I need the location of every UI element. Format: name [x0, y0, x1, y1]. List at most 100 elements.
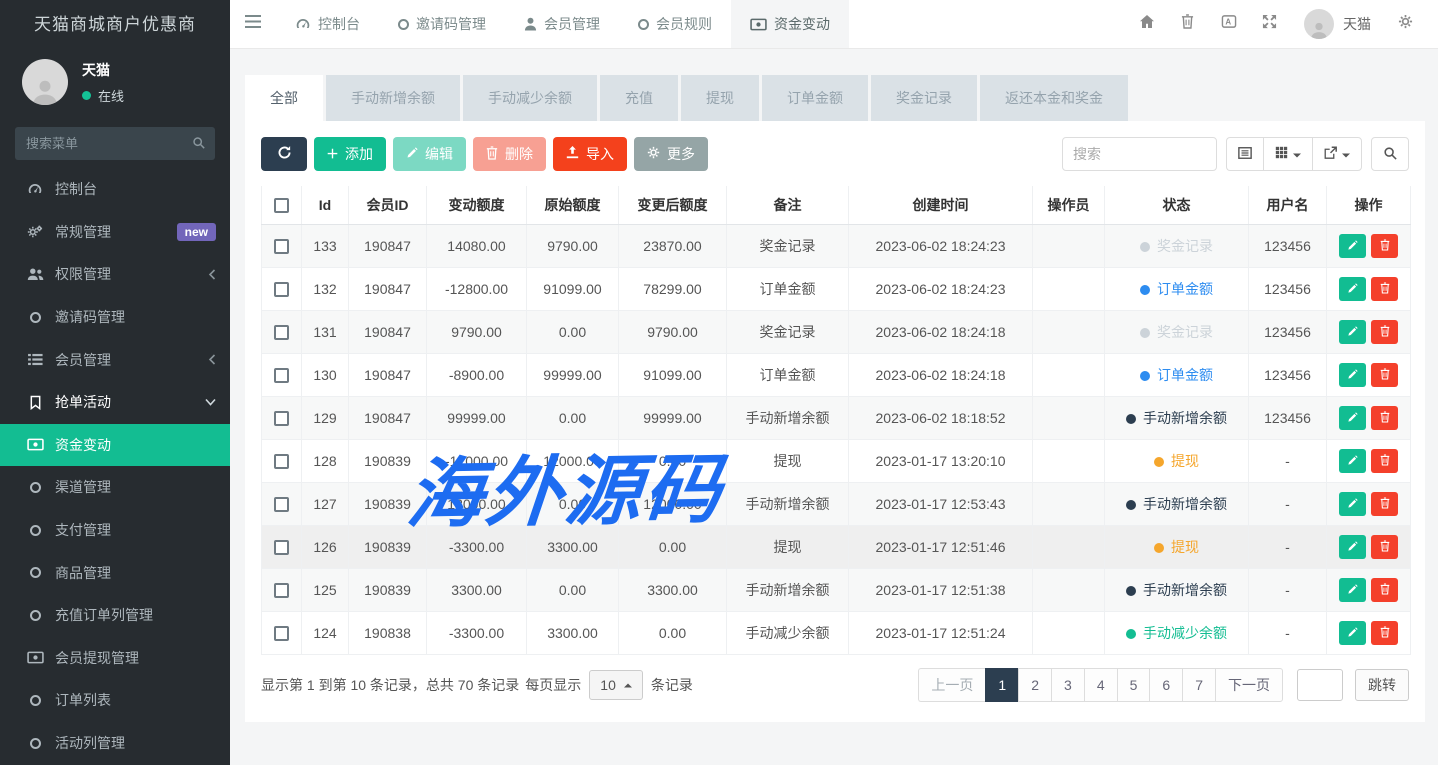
sidebar-item-label: 会员管理: [55, 350, 111, 370]
row-checkbox[interactable]: [274, 454, 289, 469]
per-page-dropdown[interactable]: 10: [589, 670, 643, 700]
row-edit-button[interactable]: [1339, 406, 1366, 430]
pagination-page-button[interactable]: 5: [1117, 668, 1150, 702]
cell-operator: [1033, 612, 1105, 655]
row-delete-button[interactable]: [1371, 578, 1398, 602]
filter-tab[interactable]: 奖金记录: [871, 75, 977, 121]
more-button[interactable]: 更多: [634, 137, 708, 171]
row-edit-button[interactable]: [1339, 277, 1366, 301]
jump-button[interactable]: 跳转: [1355, 669, 1409, 701]
row-delete-button[interactable]: [1371, 535, 1398, 559]
row-checkbox[interactable]: [274, 368, 289, 383]
edit-button[interactable]: 编辑: [393, 137, 466, 171]
navbar-user-menu[interactable]: 天猫: [1290, 9, 1385, 39]
row-checkbox[interactable]: [274, 540, 289, 555]
search-submit-button[interactable]: [1371, 137, 1409, 171]
settings-button[interactable]: [1385, 14, 1426, 34]
pagination-next-button[interactable]: 下一页: [1215, 668, 1283, 702]
row-edit-button[interactable]: [1339, 449, 1366, 473]
table-search-input[interactable]: [1062, 137, 1217, 171]
row-checkbox[interactable]: [274, 239, 289, 254]
row-edit-button[interactable]: [1339, 320, 1366, 344]
filter-tab[interactable]: 充值: [600, 75, 678, 121]
filter-tab[interactable]: 全部: [245, 75, 323, 121]
cell-created-time: 2023-01-17 12:51:38: [849, 569, 1033, 612]
row-delete-button[interactable]: [1371, 320, 1398, 344]
fullscreen-button[interactable]: [1249, 14, 1290, 34]
columns-button[interactable]: [1263, 137, 1312, 171]
sidebar-item[interactable]: 订单列表: [0, 679, 230, 722]
row-checkbox[interactable]: [274, 282, 289, 297]
status-label: 手动减少余额: [1143, 625, 1227, 641]
row-edit-button[interactable]: [1339, 578, 1366, 602]
sidebar-item[interactable]: 充值订单列管理: [0, 594, 230, 637]
language-button[interactable]: A: [1208, 14, 1249, 34]
sidebar-item[interactable]: 渠道管理: [0, 466, 230, 509]
sidebar-item[interactable]: 活动列管理: [0, 722, 230, 765]
tab-label: 提现: [706, 90, 734, 106]
sidebar-item[interactable]: 商品管理: [0, 551, 230, 594]
nav-item[interactable]: 邀请码管理: [379, 0, 505, 48]
row-delete-button[interactable]: [1371, 406, 1398, 430]
row-edit-button[interactable]: [1339, 492, 1366, 516]
row-select-cell: [262, 483, 302, 526]
pagination-page-button[interactable]: 1: [985, 668, 1018, 702]
sidebar-item[interactable]: 会员提现管理: [0, 637, 230, 680]
pagination-page-button[interactable]: 6: [1149, 668, 1182, 702]
sidebar-item[interactable]: 权限管理: [0, 253, 230, 296]
table-row: 127 190839 12000.00 0.00 12000.00 手动新增余额…: [262, 483, 1411, 526]
row-checkbox[interactable]: [274, 325, 289, 340]
filter-tab[interactable]: 返还本金和奖金: [980, 75, 1128, 121]
sidebar-item[interactable]: 支付管理: [0, 509, 230, 552]
status-label: 奖金记录: [1157, 324, 1213, 340]
row-checkbox[interactable]: [274, 497, 289, 512]
sidebar-item[interactable]: 资金变动: [0, 424, 230, 467]
cell-actions: [1327, 440, 1411, 483]
pagination-prev-button[interactable]: 上一页: [918, 668, 985, 702]
pagination-page-button[interactable]: 4: [1084, 668, 1117, 702]
row-delete-button[interactable]: [1371, 277, 1398, 301]
filter-tab[interactable]: 手动减少余额: [463, 75, 597, 121]
trash-button[interactable]: [1167, 14, 1208, 34]
row-checkbox[interactable]: [274, 411, 289, 426]
row-checkbox[interactable]: [274, 583, 289, 598]
sidebar-toggle-button[interactable]: [230, 0, 276, 48]
pagination-page-button[interactable]: 3: [1051, 668, 1084, 702]
column-header: 创建时间: [849, 186, 1033, 225]
row-delete-button[interactable]: [1371, 621, 1398, 645]
nav-item[interactable]: 控制台: [276, 0, 379, 48]
row-delete-button[interactable]: [1371, 449, 1398, 473]
column-header: Id: [302, 186, 349, 225]
pagination-page-button[interactable]: 7: [1182, 668, 1215, 702]
import-button[interactable]: 导入: [553, 137, 627, 171]
export-button[interactable]: [1312, 137, 1362, 171]
sidebar-item[interactable]: 会员管理: [0, 338, 230, 381]
nav-item[interactable]: 资金变动: [731, 0, 849, 48]
nav-item[interactable]: 会员管理: [505, 0, 619, 48]
jump-page-input[interactable]: [1297, 669, 1343, 701]
pagination-page-button[interactable]: 2: [1018, 668, 1051, 702]
row-delete-button[interactable]: [1371, 234, 1398, 258]
row-checkbox[interactable]: [274, 626, 289, 641]
refresh-button[interactable]: [261, 137, 307, 171]
filter-tab[interactable]: 提现: [681, 75, 759, 121]
select-all-checkbox[interactable]: [274, 198, 289, 213]
row-delete-button[interactable]: [1371, 492, 1398, 516]
home-button[interactable]: [1126, 14, 1167, 34]
row-edit-button[interactable]: [1339, 234, 1366, 258]
filter-tab[interactable]: 订单金额: [762, 75, 868, 121]
row-edit-button[interactable]: [1339, 621, 1366, 645]
sidebar-item[interactable]: 邀请码管理: [0, 296, 230, 339]
sidebar-item[interactable]: 常规管理 new: [0, 211, 230, 254]
menu-search-input[interactable]: [15, 127, 215, 160]
row-edit-button[interactable]: [1339, 363, 1366, 387]
delete-button[interactable]: 删除: [473, 137, 546, 171]
row-edit-button[interactable]: [1339, 535, 1366, 559]
nav-item[interactable]: 会员规则: [619, 0, 731, 48]
row-delete-button[interactable]: [1371, 363, 1398, 387]
filter-tab[interactable]: 手动新增余额: [326, 75, 460, 121]
sidebar-item[interactable]: 控制台: [0, 168, 230, 211]
add-button[interactable]: 添加: [314, 137, 386, 171]
sidebar-item[interactable]: 抢单活动: [0, 381, 230, 424]
detail-view-button[interactable]: [1226, 137, 1263, 171]
